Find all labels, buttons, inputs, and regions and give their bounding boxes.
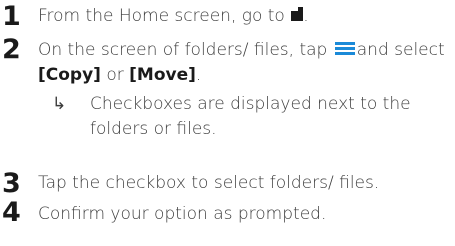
or-text: or: [106, 65, 124, 85]
step-2-period: .: [195, 65, 202, 85]
copy-option: [Copy]: [38, 65, 101, 85]
step-2-text-middle: and select: [356, 40, 445, 60]
step-number: 4: [2, 197, 21, 228]
menu-icon: [334, 42, 355, 56]
step-1-text: From the Home screen, go to: [38, 6, 285, 26]
step-1-period: .: [303, 6, 309, 26]
result-text: Checkboxes are displayed next to the fol…: [90, 94, 411, 139]
step-text: Tap the checkbox to select folders/ file…: [38, 173, 380, 193]
step-text: From the Home screen, go to .: [38, 4, 451, 29]
step-number: 1: [2, 1, 21, 32]
step-text: On the screen of folders/ files, tap and…: [38, 38, 451, 88]
step-2-text-before: On the screen of folders/ files, tap: [38, 40, 328, 60]
step-text: Confirm your option as prompted.: [38, 204, 327, 224]
move-option: [Move]: [129, 65, 196, 85]
folder-icon: [291, 7, 304, 21]
step-3: 3 Tap the checkbox to select folders/ fi…: [0, 164, 455, 198]
step-2: 2 On the screen of folders/ files, tap a…: [0, 36, 455, 168]
step-4: 4 Confirm your option as prompted.: [0, 196, 455, 236]
step-1: 1 From the Home screen, go to .: [0, 0, 455, 34]
result-arrow-icon: ↳: [52, 94, 67, 114]
step-number: 3: [2, 168, 21, 199]
step-number: 2: [2, 34, 21, 65]
